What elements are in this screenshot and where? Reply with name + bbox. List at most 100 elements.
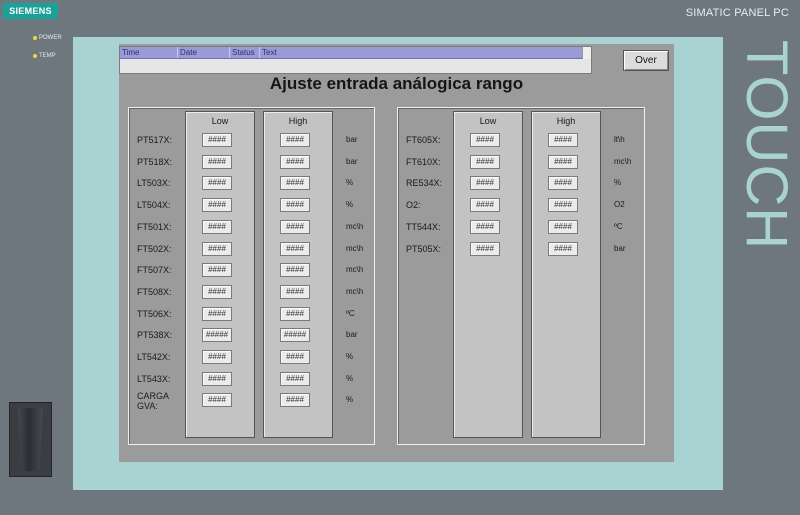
low-value-field[interactable]: #### xyxy=(202,371,232,386)
low-value-field[interactable]: #### xyxy=(470,154,500,169)
unit-label: mc\h xyxy=(346,265,364,275)
unit-label: % xyxy=(614,178,622,188)
right-low-header: Low xyxy=(479,116,497,126)
unit-label: O2 xyxy=(614,200,625,210)
alarm-col-time[interactable]: Time xyxy=(120,47,178,58)
alarm-col-date[interactable]: Date xyxy=(178,47,230,58)
param-row: PT538X: ##### ##### bar xyxy=(129,328,374,343)
low-value-field[interactable]: #### xyxy=(202,198,232,213)
low-value-field[interactable]: #### xyxy=(202,176,232,191)
param-row: TT506X: #### #### ºC xyxy=(129,306,374,321)
alarm-scrollbar[interactable] xyxy=(582,47,591,59)
left-group: Low High PT517X: #### #### bar PT518X: #### ##… xyxy=(128,107,375,445)
high-value-field[interactable]: #### xyxy=(280,393,310,408)
low-value-field[interactable]: #### xyxy=(470,176,500,191)
unit-label: bar xyxy=(614,243,626,253)
param-row: RE534X: #### ####% xyxy=(398,176,644,191)
temp-led-icon xyxy=(33,54,37,58)
high-value-field[interactable]: #### xyxy=(280,306,310,321)
high-value-field[interactable]: #### xyxy=(548,154,578,169)
high-value-field[interactable]: #### xyxy=(280,371,310,386)
high-value-field[interactable]: #### xyxy=(280,263,310,278)
param-label: PT505X: xyxy=(406,243,442,254)
param-row: FT605X: #### #### lt\h xyxy=(398,133,644,147)
unit-label: ºC xyxy=(614,221,623,231)
low-value-field[interactable]: ##### xyxy=(202,328,232,343)
high-value-field[interactable]: #### xyxy=(280,241,310,256)
param-label: FT605X: xyxy=(406,135,441,145)
high-value-field[interactable]: #### xyxy=(280,133,310,147)
page-title: Ajuste entrada análogica rango xyxy=(269,74,524,93)
temp-led-label: TEMP xyxy=(39,53,56,59)
low-value-field[interactable]: #### xyxy=(202,263,232,278)
param-row: LT543X: #### ####% xyxy=(129,371,374,386)
param-row: LT542X: #### ####% xyxy=(129,350,374,364)
model-label: SIMATIC PANEL PC xyxy=(685,7,789,19)
high-value-field[interactable]: #### xyxy=(280,284,310,299)
unit-label: mc\h xyxy=(346,286,364,296)
high-value-field[interactable]: #### xyxy=(548,133,578,147)
low-value-field[interactable]: #### xyxy=(202,219,232,234)
low-value-field[interactable]: #### xyxy=(202,133,232,147)
alarm-header: Time Date Status Text xyxy=(120,47,591,59)
high-value-field[interactable]: ##### xyxy=(280,328,310,343)
high-value-field[interactable]: #### xyxy=(280,176,310,191)
high-value-field[interactable]: #### xyxy=(548,198,578,213)
unit-label: lt\h xyxy=(614,135,625,144)
param-row: FT502X: #### #### mc\h xyxy=(129,241,374,256)
unit-label: ºC xyxy=(346,308,355,318)
low-value-field[interactable]: #### xyxy=(202,350,232,364)
high-value-field[interactable]: #### xyxy=(280,154,310,169)
low-value-field[interactable]: #### xyxy=(202,393,232,408)
high-value-field[interactable]: #### xyxy=(548,241,578,256)
high-value-field[interactable]: #### xyxy=(280,198,310,213)
slot-cover-icon xyxy=(18,408,43,471)
param-label: CARGA GVA: xyxy=(137,391,169,412)
low-value-field[interactable]: #### xyxy=(470,198,500,213)
unit-label: % xyxy=(346,395,354,405)
low-value-field[interactable]: #### xyxy=(202,306,232,321)
param-row: PT517X: #### #### bar xyxy=(129,133,374,147)
param-label: O2: xyxy=(406,200,421,211)
touch-label: TOUCH xyxy=(734,40,799,251)
param-row: O2: #### #### O2 xyxy=(398,198,644,213)
alarm-col-text[interactable]: Text xyxy=(260,47,591,58)
low-value-field[interactable]: #### xyxy=(202,154,232,169)
param-label: FT508X: xyxy=(137,286,172,297)
unit-label: mc\h xyxy=(346,243,364,253)
high-value-field[interactable]: #### xyxy=(280,350,310,364)
unit-label: % xyxy=(346,373,354,383)
alarm-col-status[interactable]: Status xyxy=(230,47,260,58)
power-led-icon xyxy=(33,36,37,40)
high-value-field[interactable]: #### xyxy=(280,219,310,234)
power-led-label: POWER xyxy=(39,35,62,41)
low-value-field[interactable]: #### xyxy=(202,284,232,299)
low-value-field[interactable]: #### xyxy=(202,241,232,256)
low-value-field[interactable]: #### xyxy=(470,133,500,147)
high-value-field[interactable]: #### xyxy=(548,176,578,191)
unit-label: bar xyxy=(346,156,358,166)
param-row: PT505X: #### #### bar xyxy=(398,241,644,256)
param-label: FT501X: xyxy=(137,221,172,232)
left-low-header: Low xyxy=(211,116,229,126)
alarm-view[interactable]: Time Date Status Text xyxy=(119,46,592,74)
hmi-screen: Time Date Status Text Over Ajuste entrad… xyxy=(119,44,674,462)
panel-frame: SIEMENS SIMATIC PANEL PC POWER TEMP TOUC… xyxy=(0,0,800,515)
param-label: LT543X: xyxy=(137,373,171,384)
param-row: FT507X: #### #### mc\h xyxy=(129,263,374,278)
unit-label: bar xyxy=(346,135,358,144)
low-value-field[interactable]: #### xyxy=(470,219,500,234)
param-label: FT502X: xyxy=(137,243,172,254)
param-label: LT504X: xyxy=(137,200,171,211)
param-label: TT506X: xyxy=(137,308,172,319)
left-high-header: High xyxy=(288,116,308,126)
param-label: LT503X: xyxy=(137,178,171,189)
temp-led: TEMP xyxy=(33,53,56,59)
low-value-field[interactable]: #### xyxy=(470,241,500,256)
right-high-header: High xyxy=(556,116,576,126)
param-label: PT538X: xyxy=(137,330,173,341)
right-group: Low High FT605X: #### #### lt\h FT610X: #### #… xyxy=(397,107,645,445)
high-value-field[interactable]: #### xyxy=(548,219,578,234)
over-button[interactable]: Over xyxy=(623,50,669,71)
param-label: PT517X: xyxy=(137,135,173,145)
